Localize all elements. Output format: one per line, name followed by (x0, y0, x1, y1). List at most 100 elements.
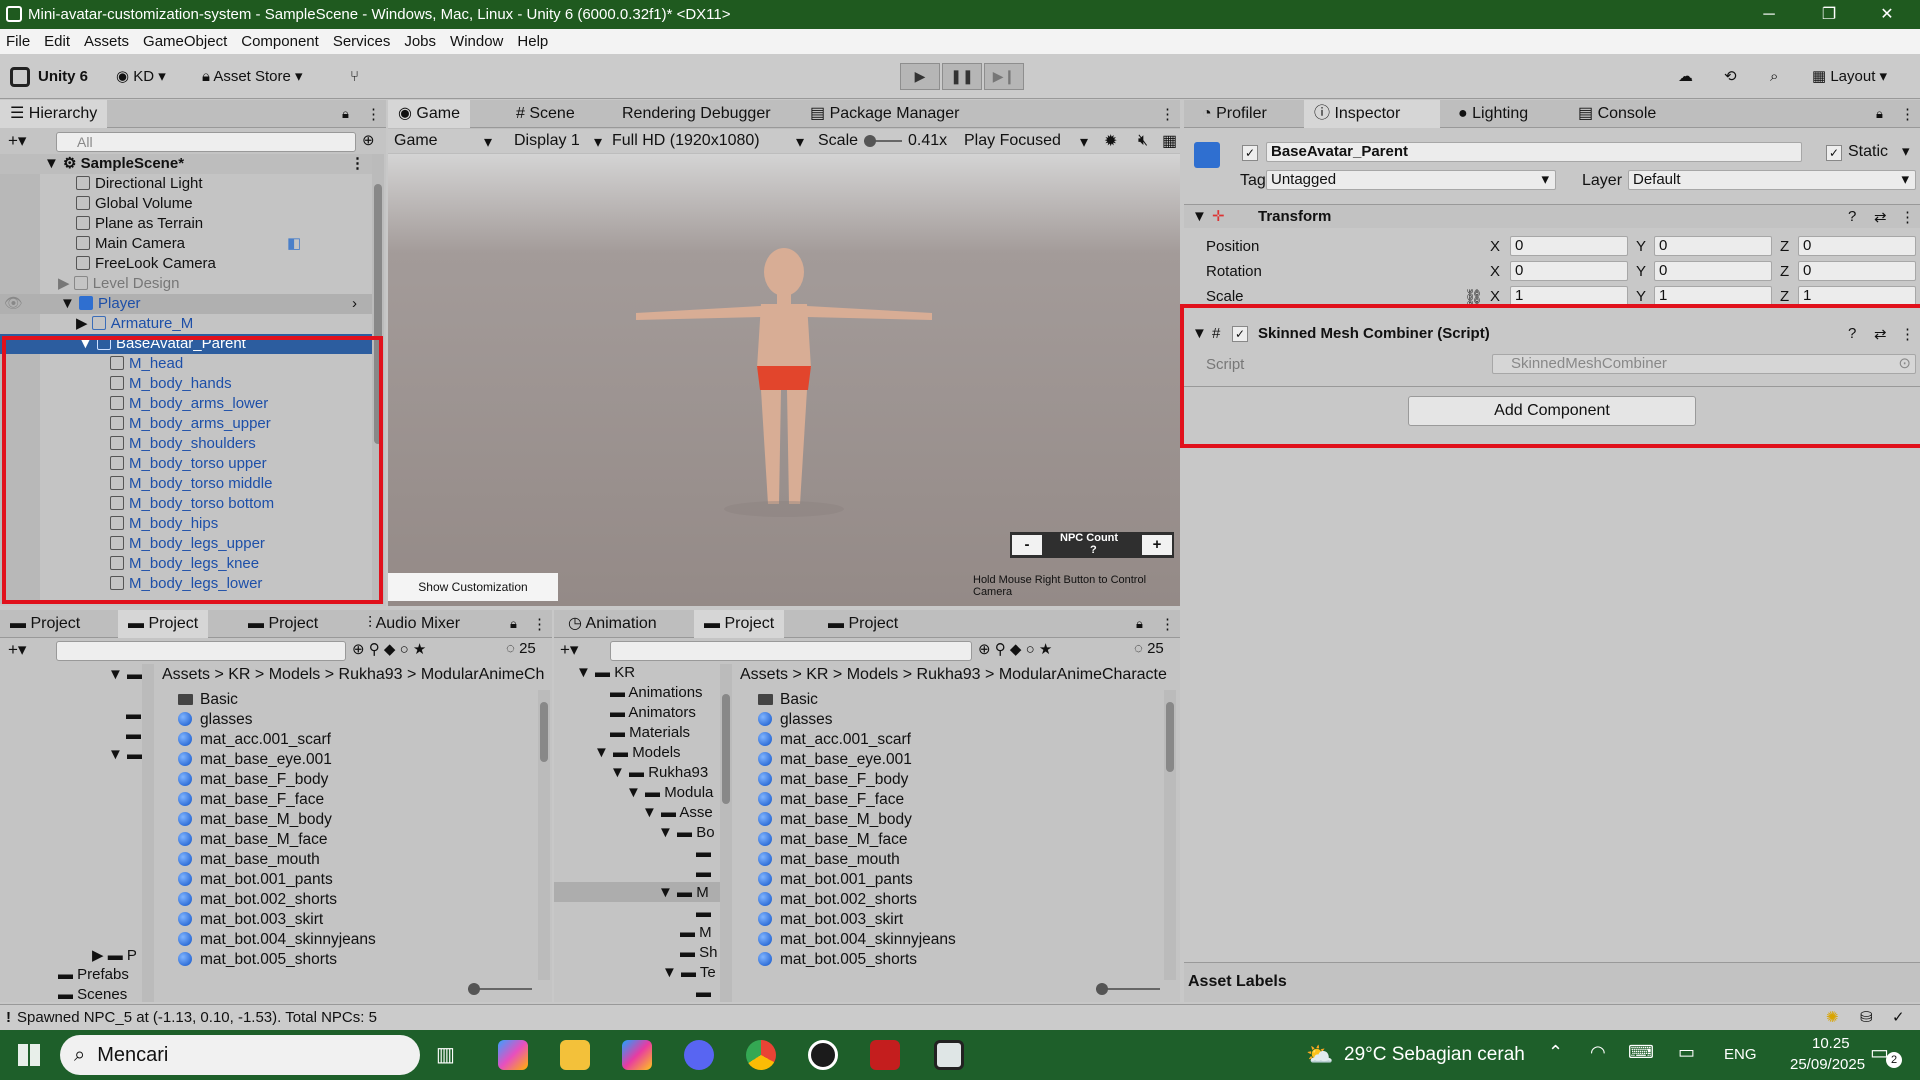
rotation-x-field[interactable]: 0 (1510, 261, 1628, 281)
tab-project-5[interactable]: ▬ Project (818, 610, 908, 638)
cache-server-icon[interactable]: ⛁ (1860, 1008, 1873, 1026)
asset-item-mouth[interactable]: mat_base_mouth (758, 850, 900, 870)
chrome-icon[interactable] (746, 1040, 776, 1070)
clock-time[interactable]: 10.25 (1812, 1035, 1850, 1052)
pause-button[interactable]: ❚❚ (942, 63, 982, 90)
red-app-icon[interactable] (870, 1040, 900, 1070)
game-viewport[interactable]: - NPC Count ? + Show Customization Hold … (388, 154, 1180, 606)
position-x-field[interactable]: 0 (1510, 236, 1628, 256)
account-button[interactable]: ◉ KD ▾ (116, 64, 166, 90)
more-icon[interactable]: ⋮ (1900, 208, 1915, 226)
crumb-models[interactable]: Models (269, 666, 321, 683)
play-button[interactable]: ▶ (900, 63, 940, 90)
asset-item-f-face[interactable]: mat_base_F_face (178, 790, 324, 810)
crumb-modular[interactable]: ModularAnimeCharacte (999, 666, 1167, 683)
asset-item-shorts-5[interactable]: mat_bot.005_shorts (178, 950, 337, 970)
discord-icon[interactable] (684, 1040, 714, 1070)
scene-search-icon[interactable]: ⊕ (362, 131, 375, 149)
play-focused-dropdown[interactable]: Play Focused ▾ (964, 132, 1088, 151)
asset-item-m-face[interactable]: mat_base_M_face (758, 830, 908, 850)
github-icon[interactable] (808, 1040, 838, 1070)
lighting-build-icon[interactable]: ✺ (1826, 1008, 1839, 1026)
tree-item-animators[interactable]: ▬ Animators (610, 704, 696, 721)
npc-minus-button[interactable]: - (1012, 535, 1042, 555)
task-view-icon[interactable]: ▥ (436, 1042, 455, 1067)
menu-services[interactable]: Services (333, 33, 391, 50)
asset-item-basic[interactable]: Basic (758, 690, 818, 710)
asset-item-scarf[interactable]: mat_acc.001_scarf (758, 730, 911, 750)
copilot-icon[interactable] (498, 1040, 528, 1070)
asset-item-scarf[interactable]: mat_acc.001_scarf (178, 730, 331, 750)
asset-item-skirt[interactable]: mat_bot.003_skirt (758, 910, 903, 930)
asset-item-pants[interactable]: mat_bot.001_pants (758, 870, 913, 890)
scrollbar-thumb[interactable] (1166, 702, 1174, 772)
tab-project-3[interactable]: ▬ Project (238, 610, 328, 638)
step-button[interactable]: ▶❙ (984, 63, 1024, 90)
asset-item-eye[interactable]: mat_base_eye.001 (758, 750, 912, 770)
tab-audio-mixer[interactable]: ⫶ Audio Mixer (358, 610, 470, 638)
object-name-field[interactable]: BaseAvatar_Parent (1266, 142, 1802, 162)
more-icon[interactable]: ⋮ (1160, 105, 1175, 123)
crumb-rukha93[interactable]: Rukha93 (917, 666, 981, 683)
tab-animation[interactable]: ◷ Animation (558, 610, 667, 638)
project-left-scrollbar[interactable] (538, 690, 550, 980)
tree-item-p[interactable]: ▶ ▬ P (92, 946, 137, 964)
more-icon[interactable]: ⋮ (366, 105, 381, 123)
visibility-icon[interactable]: 👁︎ (4, 294, 23, 314)
static-checkbox[interactable]: ✓ (1826, 145, 1842, 161)
asset-item-skinnyjeans[interactable]: mat_bot.004_skinnyjeans (178, 930, 376, 950)
rotation-z-field[interactable]: 0 (1798, 261, 1916, 281)
tab-scene[interactable]: # Scene (506, 100, 585, 128)
windows-start-icon[interactable] (18, 1044, 40, 1066)
hierarchy-item-directional-light[interactable]: Directional Light (76, 174, 203, 194)
hierarchy-search-input[interactable]: All (56, 132, 356, 152)
progress-icon[interactable]: ✓ (1892, 1008, 1905, 1026)
tab-package-manager[interactable]: ▤ Package Manager (800, 100, 969, 128)
game-view-dropdown[interactable]: Game ▾ (394, 132, 492, 151)
project-right-search-input[interactable] (610, 641, 972, 661)
asset-item-f-body[interactable]: mat_base_F_body (758, 770, 908, 790)
restore-icon[interactable]: ❐ (1800, 0, 1858, 29)
tab-console[interactable]: ▤ Console (1568, 100, 1666, 128)
asset-item-m-body[interactable]: mat_base_M_body (758, 810, 912, 830)
lock-icon[interactable]: 🔒︎ (342, 106, 349, 122)
lock-icon[interactable]: 🔒︎ (510, 616, 517, 632)
weather-icon[interactable]: ⛅ (1306, 1042, 1333, 1068)
project-right-scrollbar[interactable] (1164, 690, 1176, 980)
language-indicator[interactable]: ENG (1724, 1046, 1757, 1063)
scale-x-field[interactable]: 1 (1510, 286, 1628, 304)
tab-project-1[interactable]: ▬ Project (0, 610, 90, 638)
asset-item-skinnyjeans[interactable]: mat_bot.004_skinnyjeans (758, 930, 956, 950)
tree-item-asse[interactable]: ▼ ▬ Asse (642, 804, 713, 821)
close-icon[interactable]: ✕ (1858, 0, 1916, 29)
menu-gameobject[interactable]: GameObject (143, 33, 227, 50)
layout-dropdown[interactable]: ▦ Layout ▾ (1812, 64, 1887, 90)
bug-icon[interactable]: ✹ (1104, 131, 1117, 151)
tree-item-m[interactable]: ▬ M (680, 924, 712, 941)
menu-jobs[interactable]: Jobs (404, 33, 436, 50)
asset-item-m-face[interactable]: mat_base_M_face (178, 830, 328, 850)
scale-slider[interactable] (864, 135, 902, 147)
display-dropdown[interactable]: Display 1 ▾ (514, 132, 602, 151)
add-object-button[interactable]: +▾ (8, 131, 26, 151)
create-button[interactable]: +▾ (560, 640, 578, 660)
minimize-icon[interactable]: ─ (1740, 0, 1798, 29)
tab-hierarchy[interactable]: ☰ Hierarchy (0, 100, 108, 128)
scale-z-field[interactable]: 1 (1798, 286, 1916, 304)
tree-scrollbar[interactable] (720, 664, 732, 1002)
asset-item-skirt[interactable]: mat_bot.003_skirt (178, 910, 323, 930)
tree-item-bo[interactable]: ▼ ▬ Bo (658, 824, 715, 841)
hierarchy-item-armature[interactable]: ▶ Armature_M (76, 314, 193, 334)
asset-item-f-body[interactable]: mat_base_F_body (178, 770, 328, 790)
file-explorer-icon[interactable] (560, 1040, 590, 1070)
crumb-assets[interactable]: Assets (162, 666, 210, 683)
icon-size-slider[interactable] (1096, 983, 1160, 995)
asset-store-button[interactable]: 🔒︎ Asset Store ▾ (202, 64, 303, 90)
mute-icon[interactable]: 🔇︎ (1138, 132, 1148, 150)
npc-plus-button[interactable]: + (1142, 535, 1172, 555)
tree-item-rukha93[interactable]: ▼ ▬ Rukha93 (610, 764, 708, 781)
tree-item-materials[interactable]: ▬ Materials (610, 724, 690, 741)
crumb-rukha93[interactable]: Rukha93 (339, 666, 403, 683)
tab-rendering-debugger[interactable]: Rendering Debugger (612, 100, 781, 128)
menu-window[interactable]: Window (450, 33, 503, 50)
